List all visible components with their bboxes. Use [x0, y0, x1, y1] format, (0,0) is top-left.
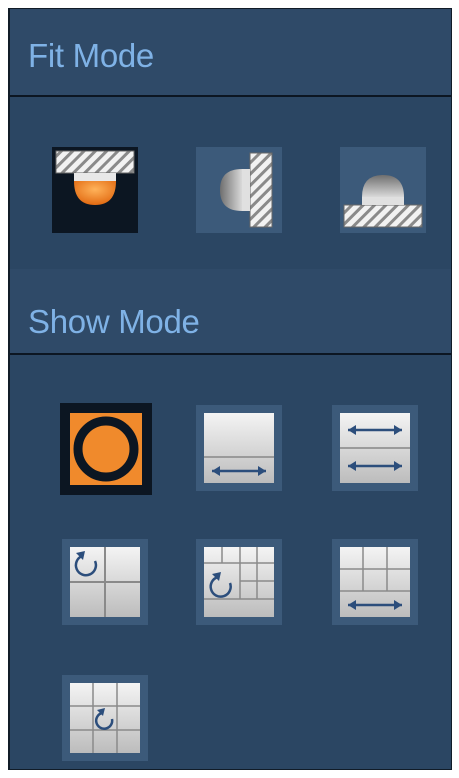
wall-mount-button[interactable] — [196, 147, 282, 233]
fisheye-original-icon — [70, 413, 142, 485]
show-mode-title: Show Mode — [28, 303, 200, 340]
fisheye-plus-3-icon — [70, 547, 140, 617]
fisheye-plus-8-icon — [204, 547, 274, 617]
dual-panorama-icon — [340, 413, 410, 483]
fisheye-plus-3-button[interactable] — [62, 539, 148, 625]
panorama-180-button[interactable] — [196, 405, 282, 491]
ceiling-mount-button[interactable] — [52, 147, 138, 233]
fisheye-plus-8-grid-icon — [70, 683, 140, 753]
ceiling-mount-icon — [52, 147, 138, 233]
fisheye-original-button[interactable] — [60, 403, 152, 495]
ground-mount-icon — [343, 175, 423, 228]
panorama-180-icon — [204, 413, 274, 483]
fisheye-plus-8-grid-button[interactable] — [62, 675, 148, 761]
fit-mode-header: Fit Mode — [10, 9, 451, 97]
ground-mount-button[interactable] — [340, 147, 426, 233]
wall-mount-icon — [220, 152, 273, 228]
fit-mode-title: Fit Mode — [28, 37, 154, 74]
fisheye-settings-panel: Fit Mode Show Mode — [8, 8, 452, 770]
fisheye-plus-8-button[interactable] — [196, 539, 282, 625]
dual-panorama-button[interactable] — [332, 405, 418, 491]
panorama-plus-6-button[interactable] — [332, 539, 418, 625]
show-mode-header: Show Mode — [10, 269, 451, 355]
panorama-plus-6-icon — [340, 547, 410, 617]
